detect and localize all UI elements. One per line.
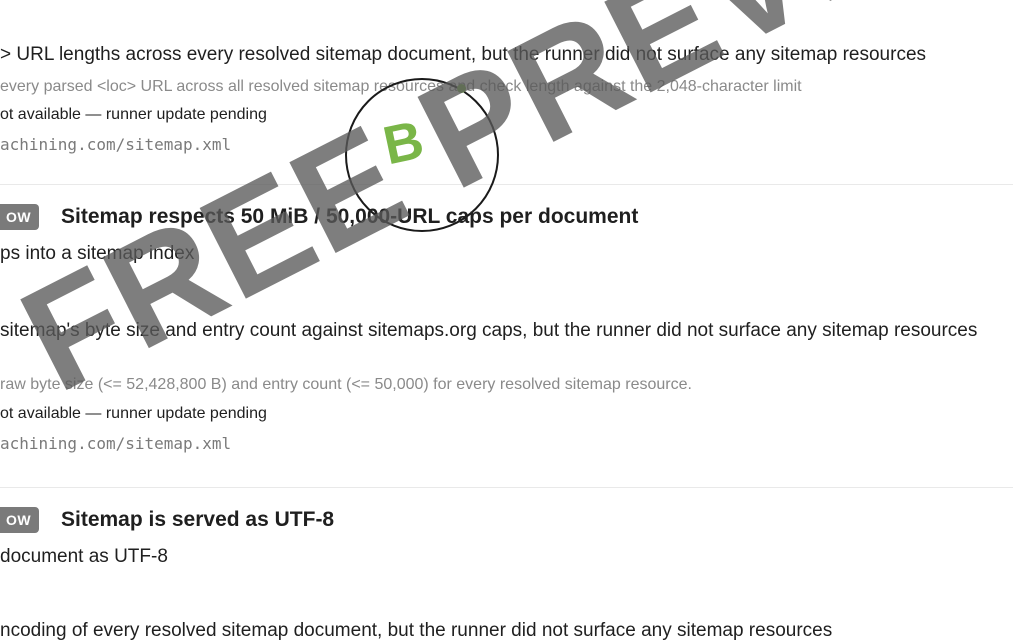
- grade-dot-icon: [457, 84, 466, 93]
- check-subtitle: ps into a sitemap index: [0, 243, 195, 264]
- check-description: sitemap's byte size and entry count agai…: [0, 320, 978, 341]
- check-url[interactable]: achining.com/sitemap.xml: [0, 434, 231, 453]
- divider: [0, 487, 1013, 488]
- check-subtitle: document as UTF-8: [0, 546, 168, 567]
- divider: [0, 184, 1013, 185]
- check-description: ncoding of every resolved sitemap docume…: [0, 620, 833, 641]
- severity-badge: OW: [0, 507, 40, 533]
- check-title[interactable]: Sitemap is served as UTF-8: [61, 508, 334, 532]
- check-status: ot available — runner update pending: [0, 106, 267, 123]
- severity-badge: OW: [0, 204, 40, 230]
- check-status: ot available — runner update pending: [0, 405, 267, 422]
- check-description: > URL lengths across every resolved site…: [0, 44, 927, 65]
- check-url[interactable]: achining.com/sitemap.xml: [0, 135, 231, 154]
- check-method-hint: raw byte size (<= 52,428,800 B) and entr…: [0, 376, 692, 393]
- check-title[interactable]: Sitemap respects 50 MiB / 50,000-URL cap…: [61, 205, 638, 229]
